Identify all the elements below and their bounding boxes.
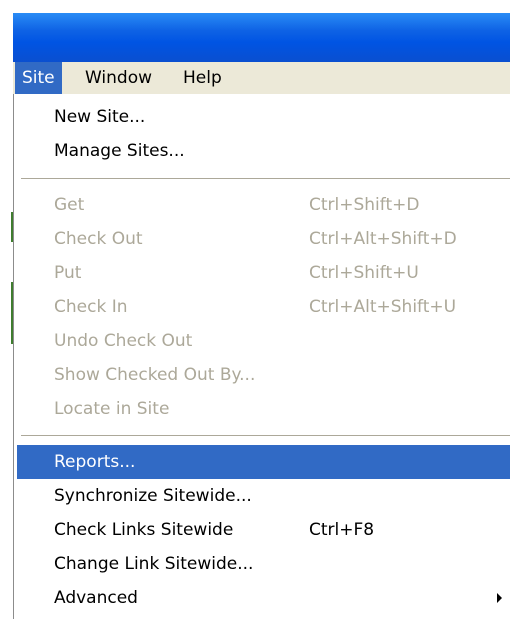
menu-item-label: Check In [54, 297, 128, 317]
menu-item-shortcut: Ctrl+F8 [309, 520, 375, 540]
menu-item-shortcut: Ctrl+Alt+Shift+U [309, 297, 457, 317]
menu-item-check-in[interactable]: Check In Ctrl+Alt+Shift+U [17, 290, 510, 324]
menu-item-check-links-sitewide[interactable]: Check Links Sitewide Ctrl+F8 [17, 513, 510, 547]
menu-item-label: Change Link Sitewide... [54, 554, 254, 574]
menu-item-check-out[interactable]: Check Out Ctrl+Alt+Shift+D [17, 222, 510, 256]
menu-site[interactable]: Site [15, 62, 62, 94]
menu-item-label: Show Checked Out By... [54, 365, 256, 385]
menu-item-synchronize-sitewide[interactable]: Synchronize Sitewide... [17, 479, 510, 513]
menu-item-reports[interactable]: Reports... [17, 445, 510, 479]
menu-item-label: Get [54, 195, 85, 215]
menu-item-label: Synchronize Sitewide... [54, 486, 252, 506]
menu-item-label: Reports... [54, 452, 136, 472]
menu-item-label: Advanced [54, 588, 138, 608]
menu-item-change-link-sitewide[interactable]: Change Link Sitewide... [17, 547, 510, 581]
background-window-edge [0, 94, 13, 619]
menu-item-label: Manage Sites... [54, 141, 185, 161]
window-title-bar[interactable] [13, 13, 510, 62]
menu-bar: Site Window Help [13, 62, 510, 95]
submenu-arrow-icon [497, 593, 502, 603]
menu-item-label: Put [54, 263, 82, 283]
menu-item-shortcut: Ctrl+Shift+D [309, 195, 420, 215]
menu-item-shortcut: Ctrl+Shift+U [309, 263, 419, 283]
menu-window[interactable]: Window [78, 62, 159, 94]
menu-item-get[interactable]: Get Ctrl+Shift+D [17, 188, 510, 222]
menu-item-label: Locate in Site [54, 399, 170, 419]
menu-item-advanced[interactable]: Advanced [17, 581, 510, 615]
menu-item-shortcut: Ctrl+Alt+Shift+D [309, 229, 457, 249]
site-menu-dropdown: New Site... Manage Sites... Get Ctrl+Shi… [13, 94, 510, 619]
menu-separator [21, 178, 510, 180]
menu-item-label: New Site... [54, 107, 146, 127]
menu-help[interactable]: Help [176, 62, 229, 94]
menu-item-label: Check Out [54, 229, 143, 249]
menu-item-label: Check Links Sitewide [54, 520, 234, 540]
menu-separator [21, 435, 510, 437]
menu-item-undo-check-out[interactable]: Undo Check Out [17, 324, 510, 358]
menu-item-show-checked-out-by[interactable]: Show Checked Out By... [17, 358, 510, 392]
menu-item-manage-sites[interactable]: Manage Sites... [17, 134, 510, 168]
menu-item-put[interactable]: Put Ctrl+Shift+U [17, 256, 510, 290]
menu-item-label: Undo Check Out [54, 331, 193, 351]
menu-item-locate-in-site[interactable]: Locate in Site [17, 392, 510, 426]
menu-item-new-site[interactable]: New Site... [17, 100, 510, 134]
